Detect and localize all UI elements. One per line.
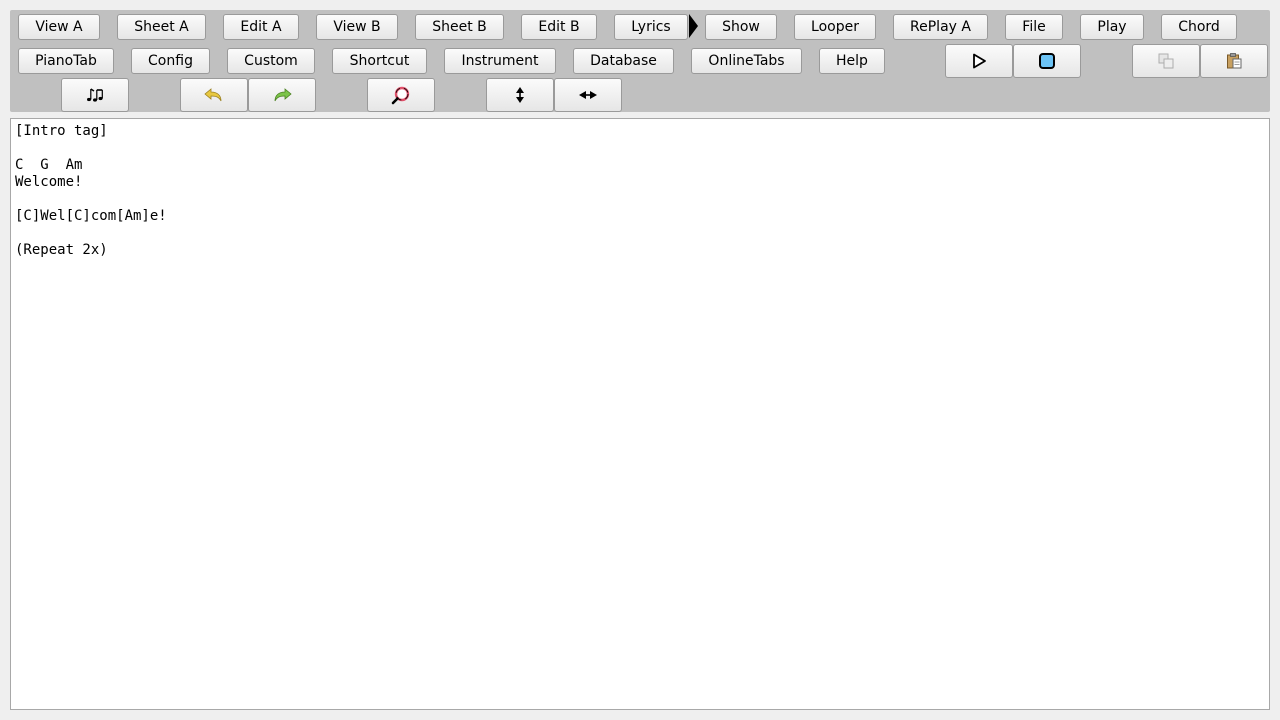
- editor-line: C G Am: [15, 157, 83, 173]
- music-notes-icon: [87, 88, 103, 102]
- view-a-button[interactable]: View A: [18, 14, 100, 40]
- lyrics-editor[interactable]: [Intro tag] C G Am Welcome! [C]Wel[C]com[Am…: [10, 118, 1270, 710]
- active-tab-marker: [689, 14, 698, 38]
- help-button[interactable]: Help: [819, 48, 885, 74]
- looper-button[interactable]: Looper: [794, 14, 876, 40]
- horizontal-resize-icon: [579, 91, 597, 99]
- stop-icon: [1039, 53, 1055, 69]
- play-menu-button[interactable]: Play: [1080, 14, 1144, 40]
- instrument-button[interactable]: Instrument: [444, 48, 556, 74]
- redo-icon: [274, 88, 292, 102]
- lyrics-button[interactable]: Lyrics: [614, 14, 688, 40]
- vertical-resize-icon: [516, 87, 524, 103]
- custom-button[interactable]: Custom: [227, 48, 315, 74]
- edit-a-button[interactable]: Edit A: [223, 14, 299, 40]
- notes-button[interactable]: [61, 78, 129, 112]
- show-button[interactable]: Show: [705, 14, 777, 40]
- editor-line: (Repeat 2x): [15, 242, 108, 258]
- shortcut-button[interactable]: Shortcut: [332, 48, 427, 74]
- copy-button[interactable]: [1132, 44, 1200, 78]
- play-icon: [973, 53, 986, 69]
- stop-button[interactable]: [1013, 44, 1081, 78]
- editor-line: [C]Wel[C]com[Am]e!: [15, 208, 167, 224]
- undo-button[interactable]: [180, 78, 248, 112]
- edit-b-button[interactable]: Edit B: [521, 14, 597, 40]
- chord-button[interactable]: Chord: [1161, 14, 1237, 40]
- config-button[interactable]: Config: [131, 48, 210, 74]
- database-button[interactable]: Database: [573, 48, 674, 74]
- replay-a-button[interactable]: RePlay A: [893, 14, 988, 40]
- horizontal-resize-button[interactable]: [554, 78, 622, 112]
- search-button[interactable]: [367, 78, 435, 112]
- paste-icon: [1227, 53, 1242, 69]
- pianotab-button[interactable]: PianoTab: [18, 48, 114, 74]
- undo-icon: [204, 88, 222, 102]
- file-button[interactable]: File: [1005, 14, 1063, 40]
- play-button[interactable]: [945, 44, 1013, 78]
- editor-line: [Intro tag]: [15, 123, 108, 139]
- view-b-button[interactable]: View B: [316, 14, 398, 40]
- vertical-resize-button[interactable]: [486, 78, 554, 112]
- onlinetabs-button[interactable]: OnlineTabs: [691, 48, 802, 74]
- copy-icon: [1158, 53, 1174, 69]
- sheet-a-button[interactable]: Sheet A: [117, 14, 206, 40]
- redo-button[interactable]: [248, 78, 316, 112]
- paste-button[interactable]: [1200, 44, 1268, 78]
- sheet-b-button[interactable]: Sheet B: [415, 14, 504, 40]
- search-icon: [391, 86, 410, 105]
- editor-line: Welcome!: [15, 174, 83, 190]
